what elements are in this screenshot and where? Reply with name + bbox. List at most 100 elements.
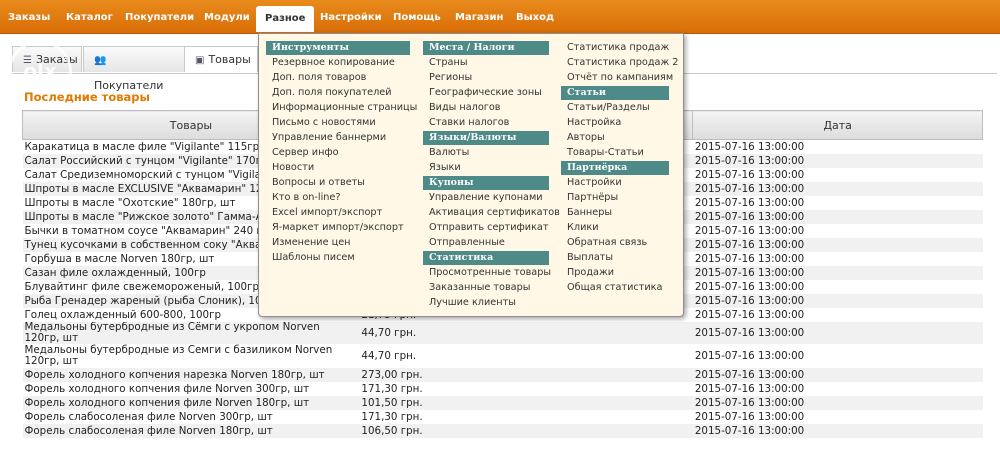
menu-section-header: Партнёрка — [561, 161, 669, 175]
menu-item[interactable]: Баннеры — [561, 205, 669, 220]
menu-item[interactable]: Партнёры — [561, 190, 669, 205]
menu-item[interactable]: Статьи/Разделы — [561, 100, 669, 115]
section-title: Последние товары — [24, 90, 150, 104]
menu-item[interactable]: Выплаты — [561, 250, 669, 265]
menu-item[interactable]: Валюты — [423, 145, 549, 160]
date-cell: 2015-07-16 13:00:00 — [692, 182, 983, 196]
menu-item[interactable]: Обратная связь — [561, 235, 669, 250]
product-name-cell[interactable]: Форель слабосоленая филе Norven 300гр, ш… — [23, 410, 360, 424]
menu-item[interactable]: Географические зоны — [423, 85, 549, 100]
table-row[interactable]: Форель слабосоленая филе Norven 180гр, ш… — [22, 424, 983, 438]
date-cell: 2015-07-16 13:00:00 — [694, 197, 805, 209]
nav-settings[interactable]: Настройки — [320, 12, 382, 23]
menu-item[interactable]: Статистика продаж 2 — [561, 55, 678, 70]
date-cell: 2015-07-16 13:00:00 — [694, 281, 805, 293]
menu-item[interactable]: Excel импорт/экспорт — [266, 205, 410, 220]
menu-section-header: Инструменты — [266, 41, 410, 55]
date-cell: 2015-07-16 13:00:00 — [694, 253, 805, 265]
menu-item[interactable]: Авторы — [561, 130, 669, 145]
menu-item[interactable]: Языки — [423, 160, 549, 175]
nav-misc[interactable]: Разное — [256, 6, 315, 32]
menu-item[interactable]: Доп. поля товаров — [266, 70, 410, 85]
menu-item[interactable]: Вопросы и ответы — [266, 175, 410, 190]
menu-item[interactable]: Шаблоны писем — [266, 250, 410, 265]
table-row[interactable]: Медальоны бутербродные из Семги с базили… — [23, 344, 983, 368]
menu-item[interactable]: Статистика продаж — [561, 40, 669, 55]
table-row[interactable]: Форель слабосоленая филе Norven 300гр, ш… — [23, 410, 983, 424]
menu-item[interactable]: Новости — [266, 160, 410, 175]
nav-customers[interactable]: Покупатели — [125, 12, 194, 23]
menu-item[interactable]: Клики — [561, 220, 669, 235]
header-date[interactable]: Дата — [692, 110, 983, 140]
date-cell: 2015-07-16 13:00:00 — [694, 225, 805, 237]
table-row[interactable]: Форель холодного копчения филе Norven 18… — [22, 396, 983, 410]
product-name-cell[interactable]: Форель слабосоленая филе Norven 180гр, ш… — [22, 424, 360, 438]
menu-item[interactable]: Общая статистика — [561, 280, 669, 295]
menu-item[interactable]: Резервное копирование — [266, 55, 410, 70]
menu-item[interactable]: Отчёт по кампаниям — [561, 70, 673, 85]
menu-item[interactable]: Заказанные товары — [423, 280, 549, 295]
menu-item[interactable]: Сервер инфо — [266, 145, 410, 160]
menu-item[interactable]: Настройки — [561, 175, 669, 190]
menu-section-header: Статистика — [423, 251, 549, 265]
date-cell: 2015-07-16 13:00:00 — [694, 141, 805, 153]
nav-shop[interactable]: Магазин — [455, 12, 503, 23]
table-row[interactable]: Форель холодного копчения нарезка Norven… — [22, 368, 983, 382]
product-name-cell[interactable]: Форель холодного копчения нарезка Norven… — [22, 368, 360, 382]
date-cell: 2015-07-16 13:00:00 — [694, 350, 805, 362]
menu-item[interactable]: Управление баннерми — [266, 130, 410, 145]
menu-item[interactable]: Управление купонами — [423, 190, 549, 205]
nav-orders[interactable]: Заказы — [8, 12, 50, 23]
menu-column-places: Места / Налоги Страны Регионы Географически… — [423, 40, 560, 310]
product-name-cell[interactable]: Форель холодного копчения филе Norven 18… — [22, 396, 360, 410]
menu-item[interactable]: Активация сертификатов — [423, 205, 560, 220]
menu-item[interactable]: Виды налогов — [423, 100, 549, 115]
date-cell: 2015-07-16 13:00:00 — [692, 154, 983, 168]
menu-section-header: Купоны — [423, 176, 549, 190]
menu-column-tools: Инструменты Резервное копирование Доп. пол… — [266, 40, 417, 265]
menu-section-header: Места / Налоги — [423, 41, 549, 55]
product-name-cell[interactable]: Форель холодного копчения филе Norven 30… — [23, 382, 360, 396]
menu-item[interactable]: Товары-Статьи — [561, 145, 669, 160]
price-cell: 171,30 грн. — [361, 383, 423, 395]
price-cell: 44,70 грн. — [361, 350, 417, 362]
menu-item[interactable]: Настройка — [561, 115, 669, 130]
price-cell: 171,30 грн. — [361, 411, 423, 423]
tab-products[interactable]: ▣ Товары — [184, 46, 258, 72]
date-cell: 2015-07-16 13:00:00 — [694, 411, 805, 423]
menu-item[interactable]: Просмотренные товары — [423, 265, 551, 280]
menu-item[interactable]: Ставки налогов — [423, 115, 549, 130]
price-cell: 44,70 грн. — [359, 322, 693, 344]
products-icon: ▣ — [195, 55, 205, 66]
menu-item[interactable]: Кто в on-line? — [266, 190, 410, 205]
nav-modules[interactable]: Модули — [204, 12, 250, 23]
menu-item[interactable]: Информационные страницы — [266, 100, 417, 115]
tab-customers[interactable]: 👥Покупатели — [83, 46, 185, 92]
table-row[interactable]: Форель холодного копчения филе Norven 30… — [23, 382, 983, 396]
nav-help[interactable]: Помощь — [393, 12, 441, 23]
date-cell: 2015-07-16 13:00:00 — [694, 383, 805, 395]
menu-item[interactable]: Лучшие клиенты — [423, 295, 549, 310]
nav-catalog[interactable]: Каталог — [66, 12, 113, 23]
date-cell: 2015-07-16 13:00:00 — [692, 368, 983, 382]
menu-item[interactable]: Страны — [423, 55, 549, 70]
product-name-cell[interactable]: Медальоны бутербродные из Семги с базили… — [23, 344, 360, 368]
date-cell: 2015-07-16 13:00:00 — [692, 238, 983, 252]
menu-column-stats: Статистика продаж Статистика продаж 2 Отчё… — [561, 40, 678, 295]
date-cell: 2015-07-16 13:00:00 — [692, 294, 983, 308]
menu-item[interactable]: Я-маркет импорт/экспорт — [266, 220, 410, 235]
menu-section-header: Языки/Валюты — [423, 131, 549, 145]
nav-exit[interactable]: Выход — [516, 12, 554, 23]
price-cell: 101,50 грн. — [359, 396, 693, 410]
misc-dropdown-menu: Инструменты Резервное копирование Доп. пол… — [258, 33, 684, 317]
menu-item[interactable]: Регионы — [423, 70, 549, 85]
table-row[interactable]: Медальоны бутербродные из Сёмги с укропо… — [22, 322, 983, 344]
product-name-cell[interactable]: Медальоны бутербродные из Сёмги с укропо… — [22, 322, 360, 344]
menu-item[interactable]: Отправить сертификат — [423, 220, 549, 235]
menu-item[interactable]: Продажи — [561, 265, 669, 280]
date-cell: 2015-07-16 13:00:00 — [692, 210, 983, 224]
menu-item[interactable]: Доп. поля покупателей — [266, 85, 410, 100]
menu-item[interactable]: Изменение цен — [266, 235, 410, 250]
menu-item[interactable]: Отправленные — [423, 235, 549, 250]
menu-item[interactable]: Письмо с новостями — [266, 115, 410, 130]
